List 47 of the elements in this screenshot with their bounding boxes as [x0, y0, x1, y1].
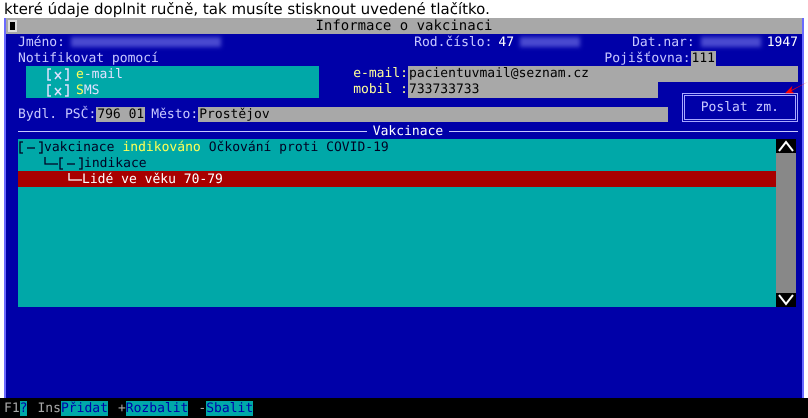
arrow-annotation	[784, 80, 808, 96]
down-arrow-icon[interactable]	[776, 293, 796, 307]
key-action[interactable]: Přidat	[60, 400, 108, 416]
key-name: Ins	[37, 400, 61, 416]
collapse-icon[interactable]	[18, 140, 44, 154]
contact-field[interactable]: pacientuvmail@seznam.cz	[408, 66, 798, 82]
key-name: +	[118, 400, 126, 416]
address-label: Bydl. PSČ:	[18, 107, 96, 122]
section-title: Vakcinace	[372, 124, 444, 139]
tree-item-label: indikace	[84, 156, 147, 170]
blurred-date	[700, 37, 761, 47]
key-name: -	[198, 400, 206, 416]
notify-label: Notifikovat pomocí	[18, 50, 159, 66]
birth-year-value: 1947	[766, 34, 798, 50]
insurer-label: Pojišťovna:	[604, 50, 691, 66]
tree-item-label: Lidé ve věku 70-79	[82, 172, 223, 186]
city-label: Město:	[151, 107, 198, 122]
collapse-icon[interactable]	[58, 156, 84, 170]
tree-item-detail: Očkování proti COVID-19	[208, 140, 389, 154]
key-name: F1	[4, 400, 20, 416]
birth-date-label: Dat.nar:	[632, 34, 695, 50]
checkbox-icon[interactable]	[46, 68, 70, 80]
name-label: Jméno:	[18, 34, 65, 50]
up-arrow-icon[interactable]	[776, 139, 796, 153]
caption-text: které údaje doplnit ručně, tak musíte stisknout uvedené tlačítko.	[3, 0, 491, 18]
insurer-value: 111	[690, 50, 716, 66]
birth-number-value: 47	[498, 34, 514, 50]
contact-field[interactable]: 733733733	[408, 82, 658, 98]
tree-row[interactable]: Lidé ve věku 70-79	[18, 171, 776, 187]
tree-row[interactable]: indikace	[18, 155, 776, 171]
contact-label: e-mail:	[353, 66, 408, 82]
send-changes-button[interactable]: Poslat zm.	[682, 93, 798, 122]
tree-item-status: indikováno	[122, 140, 201, 154]
birth-number-label: Rod.číslo:	[414, 34, 492, 50]
key-action[interactable]: Sbalit	[206, 400, 254, 416]
zip-field[interactable]: 796 01	[96, 107, 146, 122]
scrollbar[interactable]	[776, 139, 796, 307]
tree-row[interactable]: vakcinace indikováno Očkování proti COVID-19	[18, 139, 776, 155]
blurred-number	[520, 37, 580, 47]
key-action[interactable]: Rozbalit	[126, 400, 188, 416]
tree-item-label: vakcinace	[44, 140, 114, 154]
city-field[interactable]: Prostějov	[198, 107, 668, 122]
contact-label: mobil :	[353, 82, 408, 98]
key-action[interactable]: ?	[20, 400, 28, 416]
close-icon[interactable]	[8, 20, 17, 32]
window-title: Informace o vakcinaci	[6, 18, 802, 34]
checkbox-icon[interactable]	[46, 84, 70, 96]
